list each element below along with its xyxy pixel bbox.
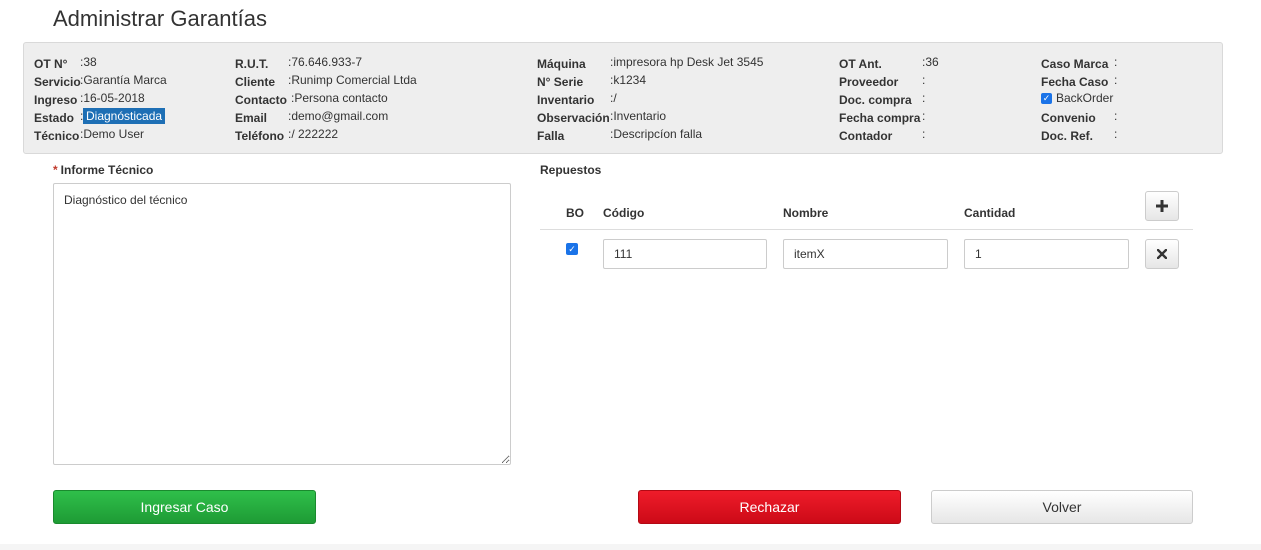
nombre-input[interactable] bbox=[783, 239, 948, 269]
ot-value: :38 bbox=[80, 55, 97, 69]
convenio-value: : bbox=[1114, 109, 1118, 123]
backorder-label: BackOrder bbox=[1056, 91, 1114, 105]
column-header-cantidad: Cantidad bbox=[964, 206, 1016, 220]
info-row-tecnico: Técnico :Demo User bbox=[34, 125, 224, 143]
inventario-value: :/ bbox=[610, 91, 617, 105]
fecha-caso-value: : bbox=[1114, 73, 1118, 87]
info-row-estado: Estado : Diagnósticada bbox=[34, 107, 224, 125]
backorder-checkbox[interactable]: ✓ bbox=[1041, 93, 1052, 105]
informe-tecnico-label: * Informe Técnico bbox=[53, 163, 153, 177]
info-row-proveedor: Proveedor : bbox=[839, 71, 1029, 89]
info-row-email: Email :demo@gmail.com bbox=[235, 107, 525, 125]
doc-compra-value: : bbox=[922, 91, 926, 105]
info-row-convenio: Convenio : bbox=[1041, 107, 1211, 125]
close-icon bbox=[1157, 249, 1167, 259]
info-column-machine: Máquina :impresora hp Desk Jet 3545 N° S… bbox=[537, 53, 827, 143]
rut-value: :76.646.933-7 bbox=[288, 55, 363, 69]
contacto-value: :Persona contacto bbox=[291, 91, 388, 105]
doc-ref-value: : bbox=[1114, 127, 1118, 141]
info-row-backorder: ✓ BackOrder bbox=[1041, 89, 1211, 107]
column-header-nombre: Nombre bbox=[783, 206, 829, 220]
tecnico-value: :Demo User bbox=[80, 127, 145, 141]
doc-ref-label: Doc. Ref. bbox=[1041, 129, 1094, 143]
info-row-fecha-caso: Fecha Caso : bbox=[1041, 71, 1211, 89]
info-row-maquina: Máquina :impresora hp Desk Jet 3545 bbox=[537, 53, 827, 71]
caso-marca-value: : bbox=[1114, 55, 1118, 69]
backorder-item: ✓ BackOrder bbox=[1041, 89, 1113, 107]
info-row-inventario: Inventario :/ bbox=[537, 89, 827, 107]
info-row-serie: N° Serie :k1234 bbox=[537, 71, 827, 89]
column-header-codigo: Código bbox=[603, 206, 645, 220]
column-header-bo: BO bbox=[566, 206, 584, 220]
page-title: Administrar Garantías bbox=[53, 6, 267, 31]
info-row-contador: Contador : bbox=[839, 125, 1029, 143]
ingreso-value: :16-05-2018 bbox=[80, 91, 145, 105]
order-info-panel: OT N° :38 Servicio :Garantía Marca Ingre… bbox=[23, 42, 1223, 154]
info-row-ot: OT N° :38 bbox=[34, 53, 224, 71]
info-row-fecha-compra: Fecha compra : bbox=[839, 107, 1029, 125]
falla-label: Falla bbox=[537, 129, 565, 143]
informe-tecnico-textarea[interactable]: Diagnóstico del técnico bbox=[53, 183, 511, 465]
add-repuesto-button[interactable] bbox=[1145, 191, 1179, 221]
info-row-servicio: Servicio :Garantía Marca bbox=[34, 71, 224, 89]
cliente-value: :Runimp Comercial Ltda bbox=[288, 73, 417, 87]
info-row-observacion: Observación :Inventario bbox=[537, 107, 827, 125]
info-row-contacto: Contacto :Persona contacto bbox=[235, 89, 525, 107]
contador-value: : bbox=[922, 127, 926, 141]
fecha-compra-value: : bbox=[922, 109, 926, 123]
info-row-doc-ref: Doc. Ref. : bbox=[1041, 125, 1211, 143]
servicio-value: :Garantía Marca bbox=[80, 73, 167, 87]
info-column-client: R.U.T. :76.646.933-7 Cliente :Runimp Com… bbox=[235, 53, 525, 143]
info-row-ot-ant: OT Ant. :36 bbox=[839, 53, 1029, 71]
info-row-telefono: Teléfono :/ 222222 bbox=[235, 125, 525, 143]
table-header-divider bbox=[540, 229, 1193, 230]
plus-icon bbox=[1156, 200, 1168, 212]
observacion-value: :Inventario bbox=[610, 109, 667, 123]
info-row-doc-compra: Doc. compra : bbox=[839, 89, 1029, 107]
cantidad-input[interactable] bbox=[964, 239, 1129, 269]
remove-repuesto-button[interactable] bbox=[1145, 239, 1179, 269]
estado-value: Diagnósticada bbox=[83, 108, 166, 124]
email-value: :demo@gmail.com bbox=[288, 109, 389, 123]
ot-ant-value: :36 bbox=[922, 55, 939, 69]
rechazar-button[interactable]: Rechazar bbox=[638, 490, 901, 524]
info-row-rut: R.U.T. :76.646.933-7 bbox=[235, 53, 525, 71]
repuestos-label: Repuestos bbox=[540, 163, 602, 177]
telefono-value: :/ 222222 bbox=[288, 127, 339, 141]
proveedor-value: : bbox=[922, 73, 926, 87]
info-column-case: Caso Marca : Fecha Caso : ✓ BackOrder Con… bbox=[1041, 53, 1211, 143]
codigo-input[interactable] bbox=[603, 239, 767, 269]
info-row-caso-marca: Caso Marca : bbox=[1041, 53, 1211, 71]
info-row-ingreso: Ingreso :16-05-2018 bbox=[34, 89, 224, 107]
info-column-purchase: OT Ant. :36 Proveedor : Doc. compra : Fe… bbox=[839, 53, 1029, 143]
ingresar-caso-button[interactable]: Ingresar Caso bbox=[53, 490, 316, 524]
tecnico-label: Técnico bbox=[34, 129, 80, 143]
maquina-value: :impresora hp Desk Jet 3545 bbox=[610, 55, 764, 69]
info-row-cliente: Cliente :Runimp Comercial Ltda bbox=[235, 71, 525, 89]
info-column-order: OT N° :38 Servicio :Garantía Marca Ingre… bbox=[34, 53, 224, 143]
required-mark: * bbox=[53, 163, 58, 177]
telefono-label: Teléfono bbox=[235, 129, 285, 143]
serie-value: :k1234 bbox=[610, 73, 647, 87]
informe-tecnico-label-text: Informe Técnico bbox=[60, 163, 154, 177]
falla-value: :Descripcíon falla bbox=[610, 127, 703, 141]
volver-button[interactable]: Volver bbox=[931, 490, 1193, 524]
info-row-falla: Falla :Descripcíon falla bbox=[537, 125, 827, 143]
row-bo-checkbox[interactable]: ✓ bbox=[566, 243, 578, 255]
contador-label: Contador bbox=[839, 129, 893, 143]
page-footer-strip bbox=[0, 544, 1261, 550]
